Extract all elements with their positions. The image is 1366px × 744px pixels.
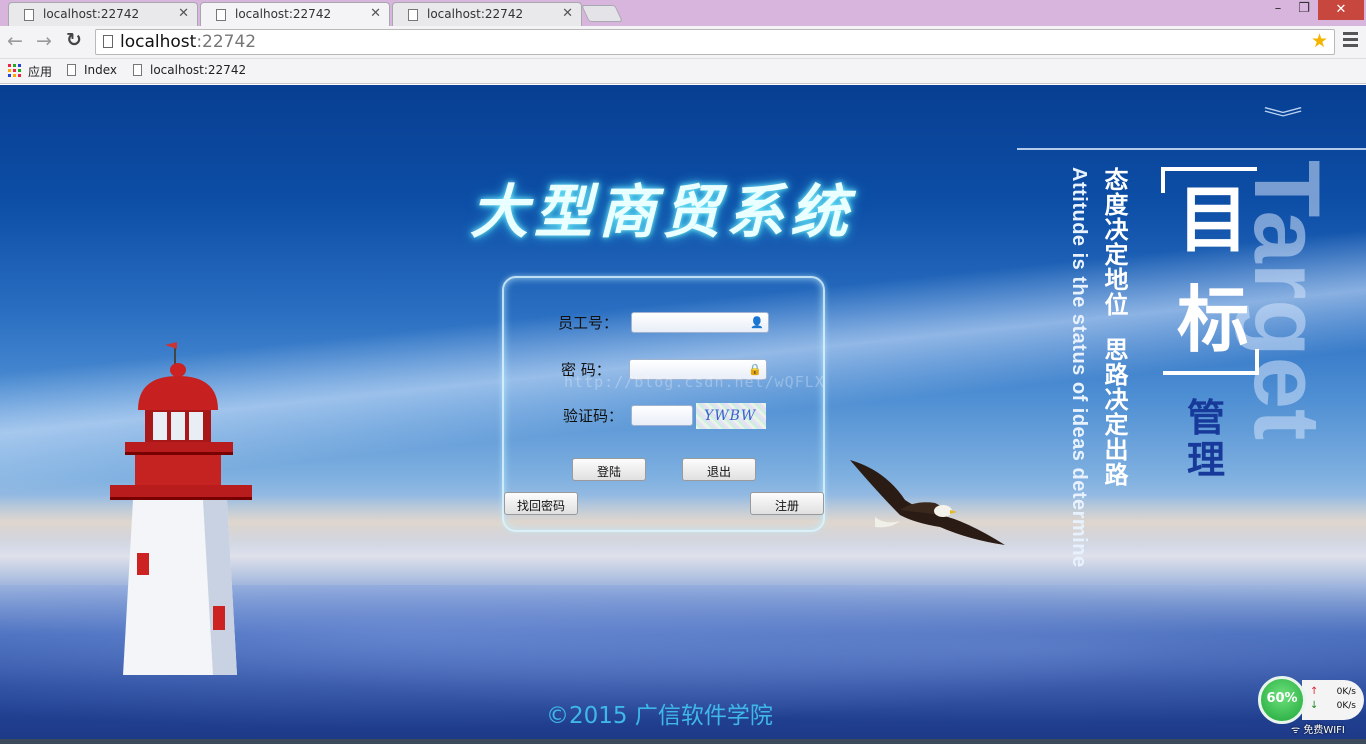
usage-percent-badge: 60% — [1258, 676, 1306, 724]
page-icon — [67, 64, 76, 76]
register-button[interactable]: 注册 — [750, 492, 824, 515]
page-background: 大型商贸系统 员工号： 👤 密 码： 🔒 验证码： YWBW 登陆 退出 找回密… — [0, 85, 1366, 739]
bookmark-star-icon[interactable]: ★ — [1311, 30, 1328, 52]
page-icon — [24, 9, 34, 21]
eagle-image — [850, 460, 1005, 545]
tab-title: localhost:22742 — [43, 7, 140, 21]
speed-panel: ↑ 0K/s ↓ 0K/s — [1302, 680, 1364, 720]
divider — [1017, 148, 1366, 150]
close-tab-icon[interactable]: ✕ — [178, 6, 189, 21]
page-icon — [408, 9, 418, 21]
close-tab-icon[interactable]: ✕ — [562, 6, 573, 21]
employee-id-input[interactable]: 👤 — [631, 312, 769, 333]
bracket-bottom — [1163, 349, 1259, 375]
new-tab-button[interactable] — [581, 5, 623, 22]
page-icon — [133, 64, 142, 76]
slogan-english: Attitude is the status of ideas determin… — [1068, 167, 1090, 568]
copyright-footer: ©2015 广信软件学院 — [546, 703, 773, 729]
slogan-chinese-line2: 思路决定出路 — [1100, 337, 1128, 487]
bookmark-localhost[interactable]: localhost:22742 — [133, 63, 246, 77]
address-bar[interactable]: localhost:22742 ★ — [95, 29, 1335, 55]
back-arrow-icon[interactable]: ← — [7, 30, 23, 52]
user-icon: 👤 — [750, 316, 764, 329]
bookmark-apps[interactable]: 应用 — [28, 63, 52, 80]
browser-toolbar: ← → ↻ localhost:22742 ★ — [0, 26, 1366, 59]
login-panel: 员工号： 👤 密 码： 🔒 验证码： YWBW 登陆 退出 找回密码 注册 — [502, 276, 825, 532]
recover-password-button[interactable]: 找回密码 — [504, 492, 578, 515]
tab-3[interactable]: localhost:22742 ✕ — [392, 2, 582, 26]
maximize-button[interactable]: ❐ — [1288, 1, 1320, 21]
login-button[interactable]: 登陆 — [572, 458, 646, 481]
wifi-icon: ᯤ — [1291, 725, 1301, 736]
captcha-label: 验证码： — [563, 407, 624, 425]
employee-id-label: 员工号： — [558, 314, 619, 332]
lighthouse-image — [110, 342, 252, 675]
page-icon — [103, 35, 113, 48]
manage-word: 管理 — [1186, 396, 1225, 482]
bookmarks-bar: 应用 Index localhost:22742 — [0, 59, 1366, 84]
target-calligraphy: 目标 — [1176, 177, 1249, 362]
page-icon — [216, 9, 226, 21]
tab-1[interactable]: localhost:22742 ✕ — [8, 2, 198, 26]
taskbar — [0, 739, 1366, 744]
reload-icon[interactable]: ↻ — [66, 29, 82, 51]
slogan-chinese-line1: 态度决定地位 — [1100, 167, 1128, 317]
forward-arrow-icon[interactable]: → — [36, 30, 52, 52]
captcha-input[interactable] — [631, 405, 693, 426]
bookmark-index[interactable]: Index — [67, 63, 117, 77]
page-title: 大型商贸系统 — [470, 178, 855, 246]
tab-title: localhost:22742 — [427, 7, 524, 21]
download-speed: 0K/s — [1336, 701, 1356, 711]
close-window-button[interactable]: ✕ — [1318, 0, 1364, 20]
tab-title: localhost:22742 — [235, 7, 332, 21]
browser-menu-icon[interactable] — [1343, 32, 1358, 50]
captcha-image[interactable]: YWBW — [696, 403, 766, 429]
tab-2-active[interactable]: localhost:22742 ✕ — [200, 2, 390, 26]
tab-strip: localhost:22742 ✕ localhost:22742 ✕ loca… — [0, 0, 1366, 26]
upload-arrow-icon: ↑ — [1310, 686, 1319, 697]
wifi-label[interactable]: ᯤ 免费WIFI — [1291, 721, 1345, 736]
apps-grid-icon[interactable] — [8, 64, 21, 77]
chevron-down-icon: ︾ — [1263, 107, 1303, 132]
watermark-text: http://blog.csdn.net/wQFLX — [564, 373, 825, 391]
close-tab-icon[interactable]: ✕ — [370, 6, 381, 21]
download-arrow-icon: ↓ — [1310, 700, 1319, 711]
url-text: localhost:22742 — [120, 32, 257, 52]
upload-speed: 0K/s — [1336, 687, 1356, 697]
network-speed-widget[interactable]: ↑ 0K/s ↓ 0K/s 60% ᯤ 免费WIFI — [1258, 676, 1364, 736]
exit-button[interactable]: 退出 — [682, 458, 756, 481]
